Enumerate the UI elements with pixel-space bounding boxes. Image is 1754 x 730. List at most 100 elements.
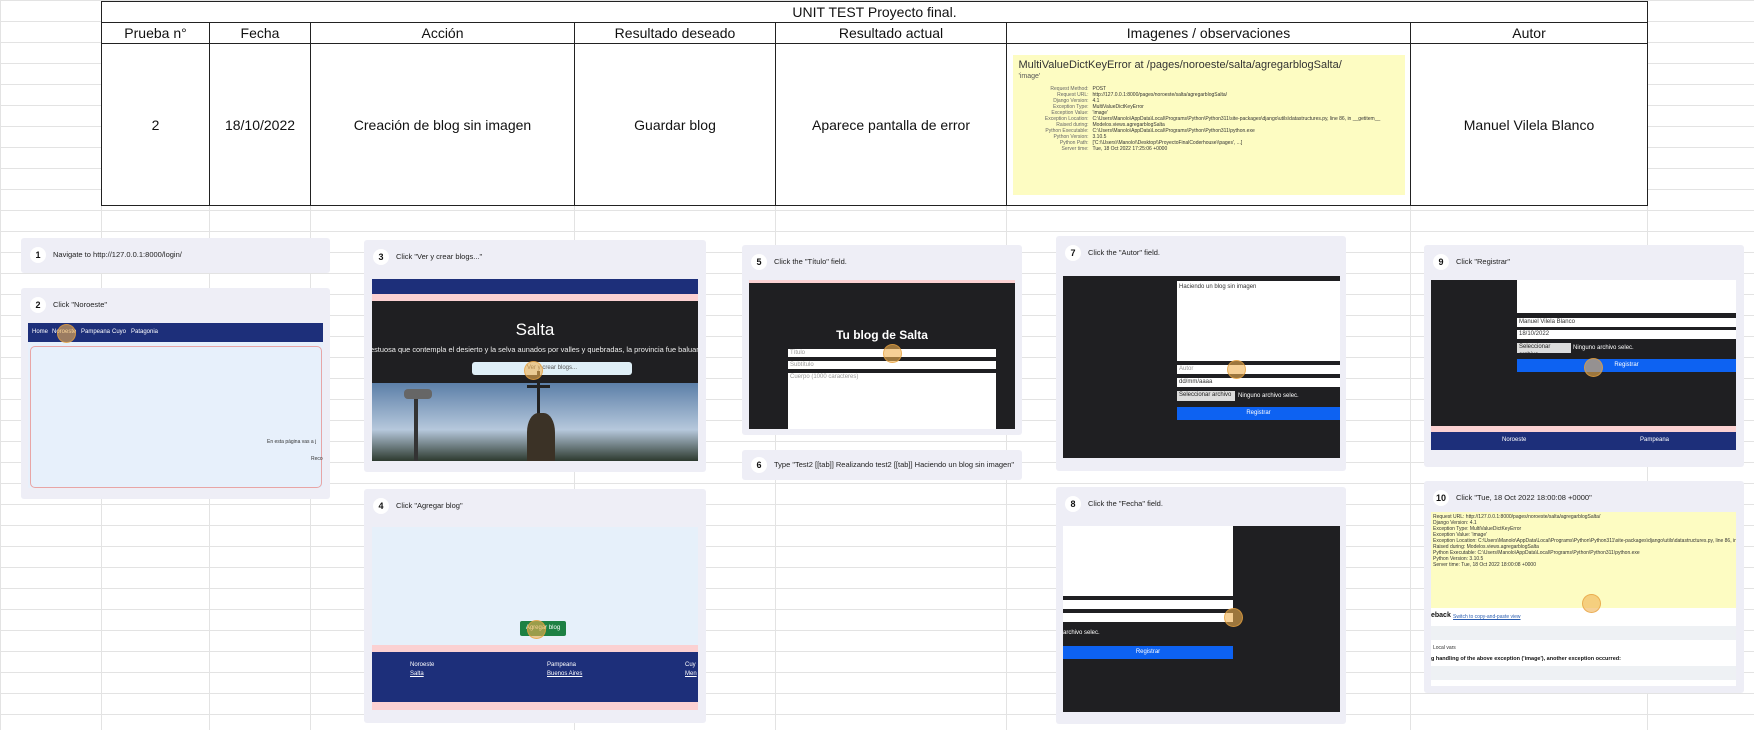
step-number: 4	[373, 498, 389, 514]
screenshot-step-5: Tu blog de Salta Título Subtítulo Cuerpo…	[749, 280, 1015, 429]
click-indicator	[1227, 360, 1246, 379]
autor-input: Manuel Vilela Blanco	[1517, 318, 1736, 327]
cuerpo-text: Haciendo un blog sin imagen	[1179, 284, 1257, 290]
click-indicator	[1224, 608, 1243, 627]
header-prueba[interactable]: Prueba n°	[101, 22, 210, 44]
step-card-2: 2 Click "Noroeste" Home Noroeste Pampean…	[21, 288, 330, 499]
header-fecha[interactable]: Fecha	[209, 22, 311, 44]
step-number: 7	[1065, 245, 1081, 261]
step-number: 9	[1433, 254, 1449, 270]
step-caption: Click the "Autor" field.	[1088, 248, 1161, 257]
step-number: 8	[1065, 496, 1081, 512]
switch-link: Switch to copy-and-paste view	[1453, 614, 1521, 620]
step-caption: Click "Noroeste"	[53, 300, 108, 309]
header-imagenes[interactable]: Imagenes / observaciones	[1006, 22, 1411, 44]
ver-blogs-button: Ver y crear blogs...	[472, 362, 632, 375]
cell-autor[interactable]: Manuel Vilela Blanco	[1410, 43, 1648, 206]
step-number: 3	[373, 249, 389, 265]
error-detail-row: Server time: Tue, 18 Oct 2022 17:25:06 +0…	[1019, 146, 1399, 152]
error-screenshot: MultiValueDictKeyError at /pages/noroest…	[1012, 54, 1405, 195]
step-number: 5	[751, 254, 767, 270]
local-vars: Local vars	[1433, 645, 1456, 651]
cell-deseado[interactable]: Guardar blog	[574, 43, 776, 206]
header-autor[interactable]: Autor	[1410, 22, 1648, 44]
file-button: Seleccionar archivo	[1177, 391, 1235, 401]
statue-photo	[372, 371, 698, 461]
unit-test-table: UNIT TEST Proyecto final. Prueba n° Fech…	[101, 1, 1648, 206]
step-number: 6	[751, 457, 767, 473]
step-caption: Click "Ver y crear blogs..."	[396, 252, 483, 261]
salta-tagline: estuosa que contempla el desierto y la s…	[372, 345, 698, 354]
body-text: En esta página vas a j	[267, 439, 317, 445]
nav-cuyo: Cuyo	[112, 329, 127, 335]
footer-cuyo: Cuy	[685, 662, 696, 668]
salta-title: Salta	[515, 320, 555, 339]
header-resultado-actual[interactable]: Resultado actual	[775, 22, 1007, 44]
cell-actual[interactable]: Aparece pantalla de error	[775, 43, 1007, 206]
nav-pampeana: Pampeana	[81, 329, 111, 335]
error-heading: MultiValueDictKeyError at /pages/noroest…	[1018, 58, 1342, 71]
click-indicator	[1584, 358, 1603, 377]
header-resultado-deseado[interactable]: Resultado deseado	[574, 22, 776, 44]
step-caption: Click the "Fecha" field.	[1088, 499, 1163, 508]
screenshot-step-7: Haciendo un blog sin imagen Autor dd/mm/…	[1063, 276, 1340, 458]
table-title[interactable]: UNIT TEST Proyecto final.	[101, 1, 1648, 23]
footer-noroeste: Noroeste	[410, 662, 435, 668]
step-card-8: 8 Click the "Fecha" field. archivo selec…	[1056, 487, 1346, 724]
step-caption: Click "Tue, 18 Oct 2022 18:00:08 +0000"	[1456, 493, 1592, 502]
nav-patagonia: Patagonia	[131, 329, 159, 335]
fecha-input: dd/mm/aaaa	[1177, 378, 1340, 387]
step-caption: Navigate to http://127.0.0.1:8000/login/	[53, 250, 182, 259]
step-caption: Click "Agregar blog"	[396, 501, 463, 510]
handling-text: g handling of the above exception ('imag…	[1431, 656, 1621, 662]
error-line: Server time: Tue, 18 Oct 2022 18:00:08 +…	[1433, 562, 1536, 568]
cell-prueba[interactable]: 2	[101, 43, 210, 206]
footer-noroeste: Noroeste	[1502, 437, 1527, 443]
registrar-button: Registrar	[1063, 646, 1233, 659]
screenshot-step-3: Salta estuosa que contempla el desierto …	[372, 279, 698, 461]
body-text-2: Reco	[311, 456, 323, 462]
screenshot-step-9: Manuel Vilela Blanco 18/10/2022 Seleccio…	[1431, 280, 1736, 450]
registrar-button: Registrar	[1177, 407, 1340, 420]
step-number: 1	[30, 247, 46, 263]
footer-men: Men	[685, 671, 697, 677]
fecha-input: 18/10/2022	[1517, 330, 1736, 339]
step-caption: Click the "Título" field.	[774, 257, 847, 266]
cuerpo-input: Cuerpo (1000 caracteres)	[788, 373, 996, 429]
step-number: 10	[1433, 490, 1449, 506]
step-card-5: 5 Click the "Título" field. Tu blog de S…	[742, 245, 1022, 435]
step-card-7: 7 Click the "Autor" field. Haciendo un b…	[1056, 236, 1346, 471]
click-indicator	[883, 344, 902, 363]
step-card-1: 1 Navigate to http://127.0.0.1:8000/logi…	[21, 238, 330, 273]
no-file-text: Ninguno archivo selec.	[1573, 345, 1634, 351]
step-number: 2	[30, 297, 46, 313]
footer-pampeana: Pampeana	[547, 662, 577, 668]
error-detail-value: C:\Users\Manolo\AppData\Local\Programs\P…	[1092, 127, 1255, 134]
cell-fecha[interactable]: 18/10/2022	[209, 43, 311, 206]
step-caption: Click "Registrar"	[1456, 257, 1511, 266]
nav-home: Home	[32, 329, 49, 335]
step-card-10: 10 Click "Tue, 18 Oct 2022 18:00:08 +000…	[1424, 481, 1744, 693]
no-file-text: archivo selec.	[1063, 630, 1100, 636]
error-detail-key: Server time:	[1061, 145, 1089, 152]
screenshot-step-10: Request URL: http://127.0.0.1:8000/pages…	[1431, 512, 1736, 686]
registrar-button: Registrar	[1517, 359, 1736, 372]
footer-buenos-aires: Buenos Aires	[547, 671, 583, 677]
click-indicator	[527, 620, 546, 639]
autor-input: Autor	[1177, 365, 1340, 374]
error-detail-value: Tue, 18 Oct 2022 17:25:06 +0000	[1092, 145, 1168, 152]
click-indicator	[57, 324, 76, 343]
screenshot-step-4: Agregar blog Noroeste Pampeana Cuy Salta…	[372, 527, 698, 710]
header-accion[interactable]: Acción	[310, 22, 575, 44]
click-indicator	[524, 361, 543, 380]
step-card-4: 4 Click "Agregar blog" Agregar blog Noro…	[364, 489, 706, 723]
cell-imagen[interactable]: MultiValueDictKeyError at /pages/noroest…	[1006, 43, 1411, 206]
step-card-9: 9 Click "Registrar" Manuel Vilela Blanco…	[1424, 245, 1744, 467]
cell-accion[interactable]: Creación de blog sin imagen	[310, 43, 575, 206]
step-card-6: 6 Type "Test2 [[tab]] Realizando test2 […	[742, 450, 1022, 480]
screenshot-step-8: archivo selec. Registrar	[1063, 526, 1340, 712]
file-button: Seleccionar archivo	[1517, 343, 1571, 358]
error-sub: 'image'	[1018, 72, 1041, 80]
form-title: Tu blog de Salta	[836, 328, 928, 342]
error-detail-value: http://127.0.0.1:8000/pages/noroeste/sal…	[1092, 91, 1228, 98]
